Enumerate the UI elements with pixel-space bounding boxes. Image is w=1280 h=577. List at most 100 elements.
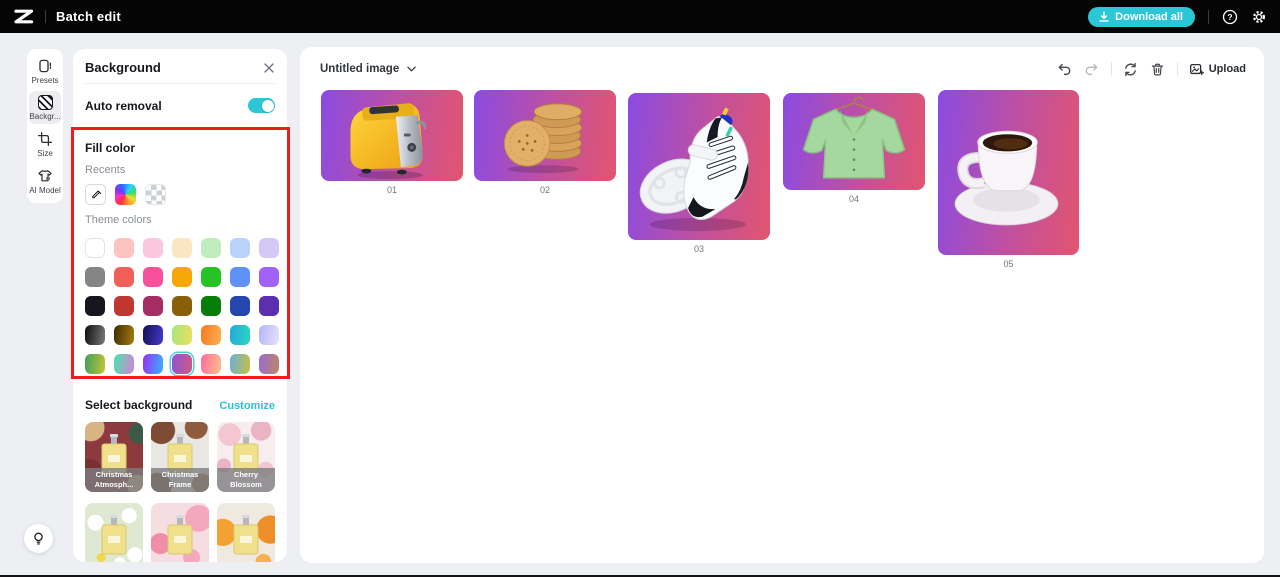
customize-link[interactable]: Customize xyxy=(219,400,275,412)
document-title: Untitled image xyxy=(320,63,400,75)
theme-color-r1-c1[interactable] xyxy=(85,238,105,258)
image-card-cookies[interactable]: 02 xyxy=(474,90,616,195)
canvas-area: Untitled image Upload 01 02 03 04 05 xyxy=(300,47,1264,563)
card-label: 02 xyxy=(539,185,550,195)
background-preset-christmas-frame[interactable]: Christmas Frame xyxy=(151,422,209,492)
theme-color-r5-c5[interactable] xyxy=(201,354,221,374)
background-preset-christmas-atmosphere[interactable]: Christmas Atmosph... xyxy=(85,422,143,492)
background-preset-daisy[interactable] xyxy=(85,503,143,562)
assistant-button[interactable] xyxy=(24,524,53,553)
preset-label: Christmas Atmosph... xyxy=(85,468,143,492)
background-preset-cherry-blossom[interactable]: Cherry Blossom xyxy=(217,422,275,492)
trash-icon[interactable] xyxy=(1150,61,1166,77)
card-gradient-background xyxy=(783,93,925,190)
theme-color-r4-c1[interactable] xyxy=(85,325,105,345)
document-title-dropdown[interactable]: Untitled image xyxy=(320,63,416,75)
download-all-button[interactable]: Download all xyxy=(1088,6,1195,27)
theme-color-r2-c4[interactable] xyxy=(172,267,192,287)
batch-edit-app: { "topbar": { "app_title": "Batch edit",… xyxy=(0,0,1280,577)
theme-color-r2-c2[interactable] xyxy=(114,267,134,287)
download-icon xyxy=(1098,11,1110,23)
theme-color-r3-c6[interactable] xyxy=(230,296,250,316)
background-presets: Christmas Atmosph... Christmas Frame Cherr… xyxy=(85,422,275,562)
theme-color-r2-c6[interactable] xyxy=(230,267,250,287)
undo-icon[interactable] xyxy=(1057,61,1073,77)
size-crop-icon xyxy=(37,131,53,147)
theme-color-r2-c1[interactable] xyxy=(85,267,105,287)
card-label: 05 xyxy=(1003,259,1014,269)
select-background-title: Select background xyxy=(85,398,193,412)
capcut-logo-icon xyxy=(13,9,35,24)
theme-color-r1-c2[interactable] xyxy=(114,238,134,258)
sidebar-item-presets[interactable]: Presets xyxy=(29,54,61,88)
theme-color-r5-c1[interactable] xyxy=(85,354,105,374)
tools-sidebar: Presets Backgr... Size AI AI Model xyxy=(27,49,63,203)
upload-button[interactable]: Upload xyxy=(1189,62,1246,77)
theme-color-r3-c1[interactable] xyxy=(85,296,105,316)
background-preset-orange-flowers[interactable] xyxy=(217,503,275,562)
theme-color-r4-c6[interactable] xyxy=(230,325,250,345)
theme-color-r2-c5[interactable] xyxy=(201,267,221,287)
auto-removal-label: Auto removal xyxy=(85,98,162,113)
theme-color-r3-c3[interactable] xyxy=(143,296,163,316)
theme-color-r4-c2[interactable] xyxy=(114,325,134,345)
theme-color-r1-c7[interactable] xyxy=(259,238,279,258)
reset-loop-icon[interactable] xyxy=(1123,61,1139,77)
redo-icon[interactable] xyxy=(1084,61,1100,77)
sidebar-item-label: AI Model xyxy=(29,186,61,195)
theme-color-r3-c2[interactable] xyxy=(114,296,134,316)
eyedropper-swatch[interactable] xyxy=(85,184,106,205)
sidebar-item-ai-model[interactable]: AI AI Model xyxy=(29,164,61,198)
theme-colors-grid xyxy=(85,238,279,374)
sidebar-item-size[interactable]: Size xyxy=(29,127,61,161)
theme-color-r4-c5[interactable] xyxy=(201,325,221,345)
theme-color-r3-c5[interactable] xyxy=(201,296,221,316)
theme-color-r4-c7[interactable] xyxy=(259,325,279,345)
theme-colors-label: Theme colors xyxy=(85,214,152,226)
image-card-sneakers[interactable]: 03 xyxy=(628,93,770,254)
close-icon[interactable] xyxy=(263,62,275,74)
theme-color-r4-c3[interactable] xyxy=(143,325,163,345)
theme-color-r1-c3[interactable] xyxy=(143,238,163,258)
background-preset-pink-flowers[interactable] xyxy=(151,503,209,562)
theme-color-r2-c3[interactable] xyxy=(143,267,163,287)
theme-color-r1-c6[interactable] xyxy=(230,238,250,258)
rainbow-gradient-swatch[interactable] xyxy=(115,184,136,205)
preset-label: Cherry Blossom xyxy=(217,468,275,492)
theme-color-r5-c7[interactable] xyxy=(259,354,279,374)
panel-title: Background xyxy=(85,60,161,75)
theme-color-r3-c4[interactable] xyxy=(172,296,192,316)
svg-text:?: ? xyxy=(1227,12,1232,22)
toolbar-separator xyxy=(1110,62,1112,76)
theme-color-r5-c2[interactable] xyxy=(114,354,134,374)
card-label: 03 xyxy=(693,244,704,254)
recent-swatches xyxy=(85,184,275,205)
app-title: Batch edit xyxy=(56,9,121,24)
toolbar-separator xyxy=(1176,62,1178,76)
ai-model-icon: AI xyxy=(37,168,53,184)
fill-color-title: Fill color xyxy=(85,141,136,155)
fill-color-section: Fill color Recents Theme colors xyxy=(85,141,279,374)
auto-removal-toggle[interactable] xyxy=(248,98,275,113)
card-gradient-background xyxy=(938,90,1079,255)
transparent-swatch[interactable] xyxy=(145,184,166,205)
toggle-knob xyxy=(261,99,274,112)
settings-gear-icon[interactable] xyxy=(1251,9,1267,25)
theme-color-r3-c7[interactable] xyxy=(259,296,279,316)
card-label: 04 xyxy=(848,194,859,204)
theme-color-r1-c4[interactable] xyxy=(172,238,192,258)
divider xyxy=(85,127,275,128)
image-card-coffee-cup[interactable]: 05 xyxy=(938,90,1079,269)
theme-color-r5-c6[interactable] xyxy=(230,354,250,374)
theme-color-r1-c5[interactable] xyxy=(201,238,221,258)
help-icon[interactable]: ? xyxy=(1222,9,1238,25)
theme-color-r4-c4[interactable] xyxy=(172,325,192,345)
download-all-label: Download all xyxy=(1115,10,1183,23)
sidebar-item-background[interactable]: Backgr... xyxy=(29,91,61,124)
image-card-toaster[interactable]: 01 xyxy=(321,90,463,195)
topbar: Batch edit Download all ? xyxy=(0,0,1280,33)
image-card-shirt[interactable]: 04 xyxy=(783,93,925,204)
theme-color-r5-c3[interactable] xyxy=(143,354,163,374)
theme-color-r5-c4[interactable] xyxy=(172,354,192,374)
theme-color-r2-c7[interactable] xyxy=(259,267,279,287)
